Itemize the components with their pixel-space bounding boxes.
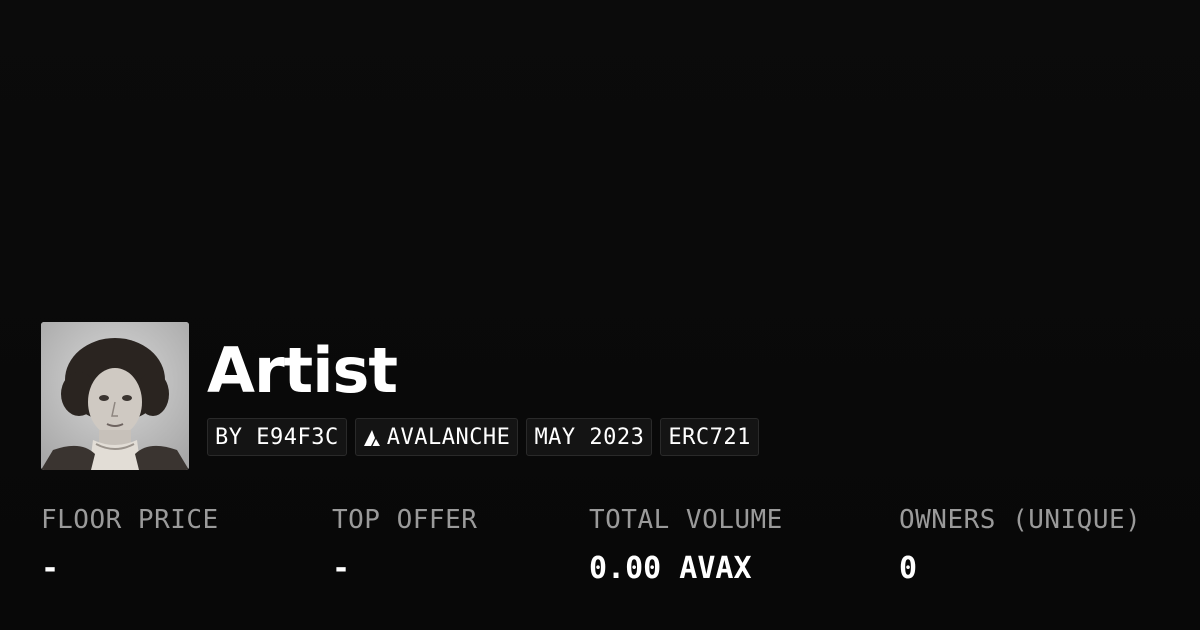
standard-tag: ERC721 (660, 418, 759, 456)
chain-tag-label: AVALANCHE (386, 424, 511, 450)
collection-card: Artist BY E94F3C AVALANCHE MAY 2023 ERC7… (0, 0, 1200, 630)
portrait-image (41, 322, 189, 470)
creator-tag-label: BY E94F3C (215, 424, 339, 450)
creator-tag[interactable]: BY E94F3C (207, 418, 347, 456)
standard-tag-label: ERC721 (668, 424, 751, 450)
date-tag-label: MAY 2023 (534, 424, 645, 450)
stat-top-offer: TOP OFFER - (332, 505, 477, 586)
collection-title: Artist (207, 334, 398, 407)
stat-floor-price: FLOOR PRICE - (41, 505, 219, 586)
stat-label: TOTAL VOLUME (589, 505, 783, 535)
stat-value: 0 (899, 551, 918, 586)
chain-tag[interactable]: AVALANCHE (354, 418, 519, 456)
stat-label: OWNERS (UNIQUE) (899, 505, 1142, 535)
collection-tags: BY E94F3C AVALANCHE MAY 2023 ERC721 (207, 418, 759, 456)
collection-header: Artist BY E94F3C AVALANCHE MAY 2023 ERC7… (41, 322, 759, 470)
collection-avatar (41, 322, 189, 470)
stat-value: 0.00 AVAX (589, 551, 752, 586)
collection-stats: FLOOR PRICE - TOP OFFER - TOTAL VOLUME 0… (41, 505, 1181, 605)
avalanche-logo-icon (363, 428, 383, 446)
stat-value: - (41, 551, 60, 586)
stat-value: - (332, 551, 351, 586)
title-block: Artist BY E94F3C AVALANCHE MAY 2023 ERC7… (207, 322, 759, 456)
stat-label: TOP OFFER (332, 505, 478, 535)
stat-label: FLOOR PRICE (41, 505, 219, 535)
stat-total-volume: TOTAL VOLUME 0.00 AVAX (589, 505, 783, 586)
stat-owners: OWNERS (UNIQUE) 0 (899, 505, 1141, 586)
date-tag: MAY 2023 (526, 418, 653, 456)
